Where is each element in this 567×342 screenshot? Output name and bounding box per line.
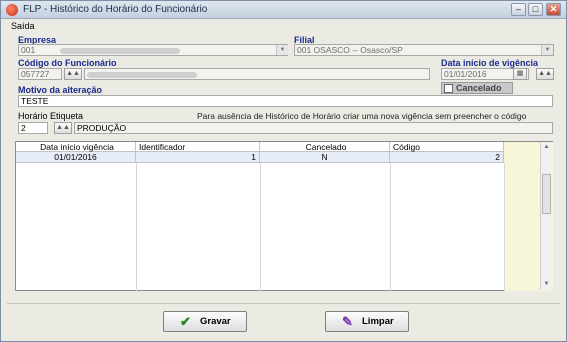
hint-text: Para ausência de Histórico de Horário cr… [197, 111, 527, 121]
horario-label: Horário Etiqueta [18, 111, 84, 121]
calendar-button[interactable]: ▦ [513, 68, 527, 80]
checkbox-box[interactable] [444, 84, 453, 93]
cell-identificador: 1 [136, 152, 260, 163]
chevron-down-icon[interactable]: ▼ [541, 45, 553, 55]
binoculars-icon: ▲▲ [56, 124, 70, 131]
horario-code-value: 2 [21, 123, 26, 133]
minimize-button[interactable]: – [511, 3, 526, 16]
window: FLP - Histórico do Horário do Funcionári… [0, 0, 567, 342]
codigo-field[interactable]: 057727 [18, 68, 62, 80]
limpar-button[interactable]: ✎ Limpar [325, 311, 409, 332]
data-inicio-value: 01/01/2016 [444, 69, 487, 79]
calendar-icon: ▦ [516, 70, 524, 77]
maximize-icon: □ [532, 4, 539, 14]
gravar-label: Gravar [200, 316, 231, 327]
menu-bar: Saída [1, 19, 566, 33]
codigo-label: Código do Funcionário [18, 58, 117, 68]
cell-codigo: 2 [390, 152, 504, 163]
menu-item-saida[interactable]: Saída [11, 21, 35, 31]
scroll-up-icon[interactable]: ▲ [541, 142, 552, 153]
table-row[interactable]: 01/01/2016 1 N 2 [16, 152, 504, 163]
horario-desc-value: PRODUÇÃO [77, 123, 127, 133]
column-divider [390, 163, 391, 291]
filial-value: 001 OSASCO -- Osasco/SP [297, 45, 403, 55]
minimize-icon: – [515, 4, 521, 14]
eraser-icon: ✎ [342, 314, 353, 329]
close-icon: ✕ [549, 4, 558, 14]
cancelado-label: Cancelado [456, 83, 502, 93]
cancelado-checkbox[interactable]: Cancelado [441, 82, 513, 94]
horario-code-input[interactable]: 2 [18, 122, 48, 134]
motivo-label: Motivo da alteração [18, 85, 103, 95]
motivo-input[interactable]: TESTE [18, 95, 553, 107]
scroll-thumb[interactable] [542, 174, 551, 214]
close-button[interactable]: ✕ [546, 3, 561, 16]
scroll-down-icon[interactable]: ▼ [541, 279, 552, 290]
redacted-text [87, 71, 197, 78]
column-header[interactable]: Cancelado [260, 142, 390, 152]
codigo-lookup-button[interactable]: ▲▲ [64, 68, 82, 80]
maximize-button[interactable]: □ [528, 3, 543, 16]
column-divider [504, 163, 505, 291]
column-divider [260, 163, 261, 291]
filial-select[interactable]: 001 OSASCO -- Osasco/SP [294, 44, 554, 56]
cell-cancelado: N [260, 152, 390, 163]
codigo-value: 057727 [21, 69, 50, 79]
checkmark-icon: ✔ [180, 314, 191, 329]
column-header[interactable]: Data início vigência [16, 142, 136, 152]
column-header[interactable]: Identificador [136, 142, 260, 152]
grid-header: Data início vigência Identificador Cance… [16, 142, 504, 152]
divider [7, 303, 560, 304]
title-bar: FLP - Histórico do Horário do Funcionári… [1, 1, 566, 19]
data-inicio-label: Data início de vigência [441, 58, 539, 68]
cell-data: 01/01/2016 [16, 152, 136, 163]
motivo-value: TESTE [21, 96, 49, 106]
redacted-text [59, 47, 180, 54]
app-logo-icon [6, 4, 18, 16]
data-lookup-button[interactable]: ▲▲ [536, 68, 554, 80]
binoculars-icon: ▲▲ [538, 70, 552, 77]
chevron-down-icon[interactable]: ▼ [276, 45, 288, 55]
horario-desc-field: PRODUÇÃO [74, 122, 553, 134]
window-title: FLP - Histórico do Horário do Funcionári… [23, 4, 208, 15]
binoculars-icon: ▲▲ [66, 70, 80, 77]
limpar-label: Limpar [362, 316, 394, 327]
vertical-scrollbar[interactable]: ▲ ▼ [540, 142, 552, 290]
funcionario-name-field [84, 68, 430, 80]
empresa-select[interactable]: 001 [18, 44, 288, 56]
gravar-button[interactable]: ✔ Gravar [163, 311, 247, 332]
history-grid[interactable]: Data início vigência Identificador Cance… [15, 141, 553, 291]
empresa-value: 001 [21, 45, 36, 55]
column-divider [136, 163, 137, 291]
horario-lookup-button[interactable]: ▲▲ [54, 122, 72, 134]
column-header[interactable]: Código [390, 142, 504, 152]
